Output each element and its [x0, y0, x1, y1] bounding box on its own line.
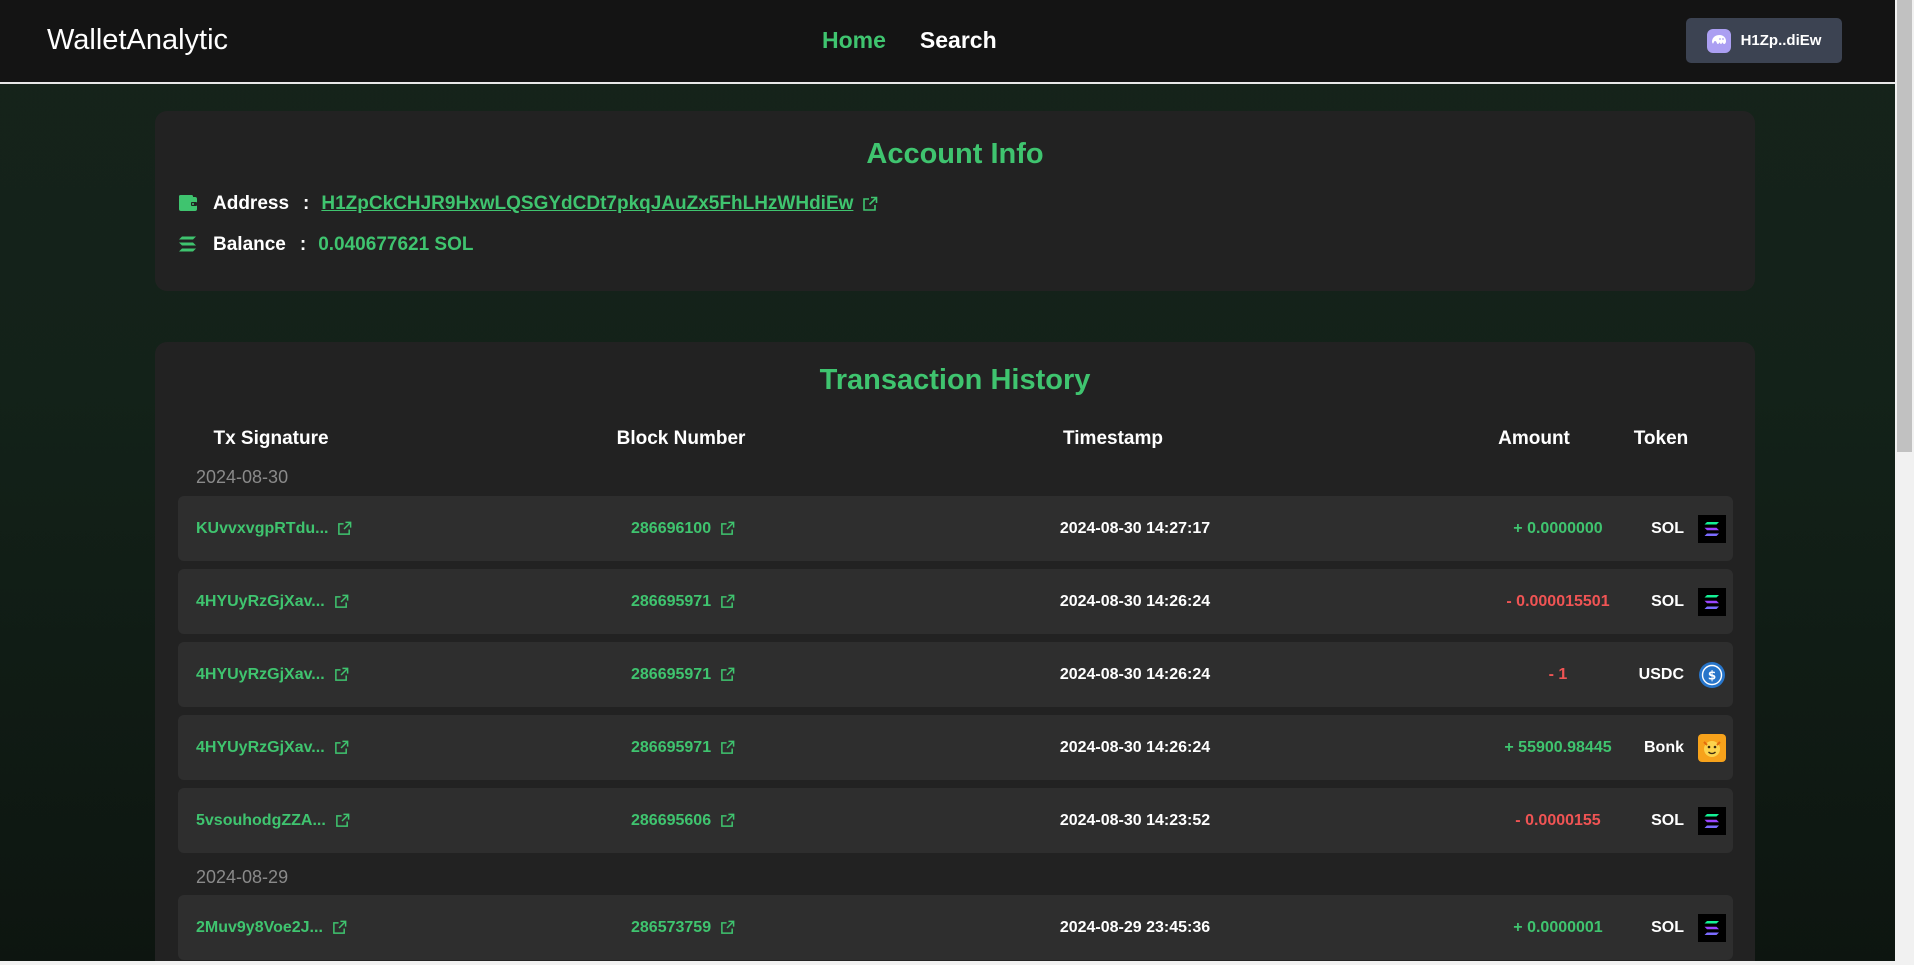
table-row[interactable]: 4HYUyRzGjXav... 286695971 2024-08-30 14:… — [178, 569, 1733, 634]
balance-row: Balance : 0.040677621 SOL — [179, 234, 474, 256]
block-number-link[interactable]: 286695606 — [631, 788, 736, 853]
external-link-icon[interactable] — [335, 813, 351, 829]
bonk-icon — [1698, 733, 1726, 762]
solana-coins-icon — [179, 236, 197, 254]
top-navbar: WalletAnalytic Home Search H1Zp..diEw — [0, 0, 1895, 84]
token-cell: Bonk — [1606, 715, 1726, 780]
col-timestamp[interactable]: Timestamp — [1063, 428, 1163, 450]
svg-text:$: $ — [1708, 668, 1716, 682]
block-number-link[interactable]: 286695971 — [631, 642, 736, 707]
external-link-icon[interactable] — [332, 920, 348, 936]
usdc-icon: $ — [1698, 661, 1726, 689]
wallet-connect-button[interactable]: H1Zp..diEw — [1686, 18, 1842, 63]
transaction-history-title: Transaction History — [819, 364, 1091, 396]
solana-icon — [1698, 587, 1726, 616]
table-header: Tx Signature Block Number Timestamp Amou… — [0, 428, 1895, 458]
address-separator: : — [303, 193, 310, 214]
external-link-icon[interactable] — [720, 667, 736, 683]
external-link-icon[interactable] — [862, 196, 878, 212]
balance-label: Balance — [213, 234, 286, 255]
token-cell: SOL — [1606, 569, 1726, 634]
balance-value: 0.040677621 SOL — [318, 234, 474, 255]
col-amount[interactable]: Amount — [1498, 428, 1570, 450]
timestamp-cell: 2024-08-30 14:23:52 — [1059, 811, 1211, 829]
wallet-icon — [179, 195, 197, 213]
scrollbar-thumb[interactable] — [1897, 0, 1912, 452]
table-row[interactable]: 5vsouhodgZZA... 286695606 2024-08-30 14:… — [178, 788, 1733, 853]
table-row[interactable]: 4HYUyRzGjXav... 286695971 2024-08-30 14:… — [178, 715, 1733, 780]
phantom-wallet-icon — [1706, 28, 1731, 53]
timestamp-cell: 2024-08-29 23:45:36 — [1059, 918, 1211, 936]
token-cell: SOL — [1606, 895, 1726, 960]
external-link-icon[interactable] — [720, 920, 736, 936]
external-link-icon[interactable] — [720, 594, 736, 610]
block-number-link[interactable]: 286573759 — [631, 895, 736, 960]
address-label: Address — [213, 193, 290, 214]
solana-icon — [1698, 514, 1726, 543]
col-tx-signature[interactable]: Tx Signature — [213, 428, 328, 450]
balance-separator: : — [299, 234, 307, 255]
col-block-number[interactable]: Block Number — [617, 428, 746, 450]
timestamp-cell: 2024-08-30 14:26:24 — [1059, 738, 1211, 756]
external-link-icon[interactable] — [720, 521, 736, 537]
external-link-icon[interactable] — [334, 667, 350, 683]
wallet-address-short: H1Zp..diEw — [1740, 32, 1822, 49]
vertical-scrollbar[interactable] — [1895, 0, 1914, 965]
timestamp-cell: 2024-08-30 14:27:17 — [1059, 519, 1211, 537]
tx-signature-link[interactable]: 4HYUyRzGjXav... — [196, 642, 350, 707]
account-info-card: Account Info Address : H1ZpCkCHJR9HxwLQS… — [155, 111, 1755, 291]
date-group-header: 2024-08-30 — [196, 467, 289, 487]
account-info-title: Account Info — [866, 138, 1044, 170]
tx-signature-link[interactable]: 4HYUyRzGjXav... — [196, 569, 350, 634]
address-link[interactable]: H1ZpCkCHJR9HxwLQSGYdCDt7pkqJAuZx5FhLHzWH… — [321, 193, 853, 215]
table-row[interactable]: KUvvxvgpRTdu... 286696100 2024-08-30 14:… — [178, 496, 1733, 561]
token-cell: USDC $ — [1606, 642, 1726, 707]
horizontal-scrollbar[interactable] — [0, 961, 1895, 965]
tx-signature-link[interactable]: 2Muv9y8Voe2J... — [196, 895, 348, 960]
block-number-link[interactable]: 286696100 — [631, 496, 736, 561]
external-link-icon[interactable] — [337, 521, 353, 537]
tx-signature-link[interactable]: 5vsouhodgZZA... — [196, 788, 351, 853]
timestamp-cell: 2024-08-30 14:26:24 — [1059, 592, 1211, 610]
block-number-link[interactable]: 286695971 — [631, 715, 736, 780]
external-link-icon[interactable] — [334, 740, 350, 756]
solana-icon — [1698, 913, 1726, 942]
tx-signature-link[interactable]: 4HYUyRzGjXav... — [196, 715, 350, 780]
table-row[interactable]: 4HYUyRzGjXav... 286695971 2024-08-30 14:… — [178, 642, 1733, 707]
block-number-link[interactable]: 286695971 — [631, 569, 736, 634]
tx-signature-link[interactable]: KUvvxvgpRTdu... — [196, 496, 353, 561]
table-row[interactable]: 2Muv9y8Voe2J... 286573759 2024-08-29 23:… — [178, 895, 1733, 960]
external-link-icon[interactable] — [720, 740, 736, 756]
main-nav: Home Search — [822, 27, 997, 54]
solana-icon — [1698, 806, 1726, 835]
external-link-icon[interactable] — [720, 813, 736, 829]
brand-logo-text[interactable]: WalletAnalytic — [47, 24, 228, 57]
col-token[interactable]: Token — [1634, 428, 1689, 450]
address-row: Address : H1ZpCkCHJR9HxwLQSGYdCDt7pkqJAu… — [179, 193, 878, 215]
token-cell: SOL — [1606, 496, 1726, 561]
external-link-icon[interactable] — [334, 594, 350, 610]
nav-search-link[interactable]: Search — [920, 27, 997, 54]
nav-home-link[interactable]: Home — [822, 27, 886, 54]
token-cell: SOL — [1606, 788, 1726, 853]
date-group-header: 2024-08-29 — [196, 867, 289, 887]
timestamp-cell: 2024-08-30 14:26:24 — [1059, 665, 1211, 683]
